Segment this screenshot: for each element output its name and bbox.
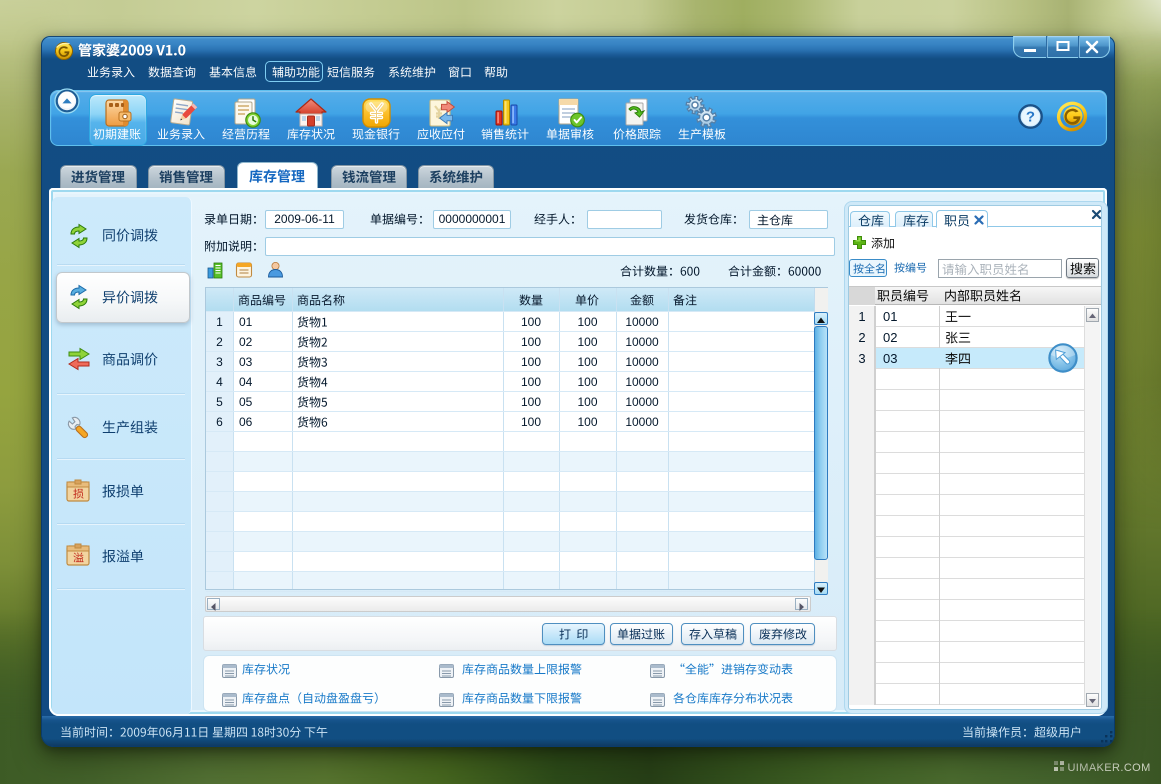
svg-text:?: ? xyxy=(1026,109,1035,126)
